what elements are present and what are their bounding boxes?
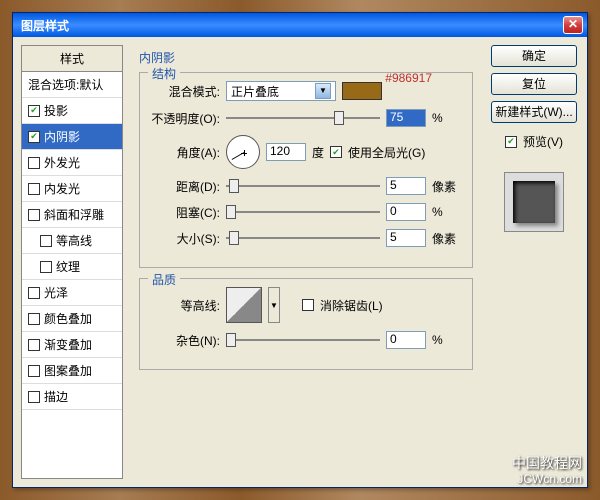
action-panel: 确定 复位 新建样式(W)... ✔ 预览(V) [489,45,579,479]
chevron-down-icon: ▼ [315,83,331,99]
noise-input[interactable]: 0 [386,331,426,349]
preview-swatch [513,181,555,223]
close-button[interactable]: ✕ [563,16,583,34]
ok-button[interactable]: 确定 [491,45,577,67]
style-checkbox[interactable] [28,365,40,377]
style-item-4[interactable]: 斜面和浮雕 [22,202,122,228]
style-checkbox[interactable] [28,183,40,195]
opacity-slider[interactable] [226,110,380,126]
blend-mode-label: 混合模式: [150,83,220,100]
structure-fieldset: 结构 #986917 混合模式: 正片叠底 ▼ 不透明度(O): 75 % [139,72,473,268]
style-checkbox[interactable] [28,157,40,169]
contour-picker[interactable] [226,287,262,323]
style-item-0[interactable]: ✔ 投影 [22,98,122,124]
settings-panel: 内阴影 结构 #986917 混合模式: 正片叠底 ▼ 不透明度(O): 75 … [131,45,481,479]
distance-label: 距离(D): [150,178,220,195]
styles-list-panel: 样式 混合选项:默认 ✔ 投影 ✔ 内阴影外发光内发光斜面和浮雕等高线纹理光泽颜色叠加… [21,45,123,479]
size-slider[interactable] [226,230,380,246]
style-item-1[interactable]: ✔ 内阴影 [22,124,122,150]
choke-input[interactable]: 0 [386,203,426,221]
angle-input[interactable]: 120 [266,143,306,161]
choke-label: 阻塞(C): [150,204,220,221]
quality-legend: 品质 [148,271,180,288]
titlebar: 图层样式 ✕ [13,13,587,37]
blend-mode-select[interactable]: 正片叠底 ▼ [226,81,336,101]
preview-checkbox[interactable]: ✔ [505,136,517,148]
dialog-body: 样式 混合选项:默认 ✔ 投影 ✔ 内阴影外发光内发光斜面和浮雕等高线纹理光泽颜色叠加… [13,37,587,487]
style-item-label: 投影 [44,102,68,119]
choke-slider[interactable] [226,204,380,220]
style-item-label: 内阴影 [44,128,80,145]
watermark: 中国教程网 JCWcn.com [512,455,582,486]
style-item-6[interactable]: 纹理 [22,254,122,280]
preview-box [504,172,564,232]
blending-options-default[interactable]: 混合选项:默认 [22,72,122,98]
style-item-label: 渐变叠加 [44,336,92,353]
angle-label: 角度(A): [150,144,220,161]
style-item-9[interactable]: 渐变叠加 [22,332,122,358]
angle-dial[interactable] [226,135,260,169]
style-item-11[interactable]: 描边 [22,384,122,410]
style-item-5[interactable]: 等高线 [22,228,122,254]
style-checkbox[interactable] [28,287,40,299]
antialias-checkbox[interactable] [302,299,314,311]
style-checkbox[interactable] [40,235,52,247]
layer-style-dialog: 图层样式 ✕ 样式 混合选项:默认 ✔ 投影 ✔ 内阴影外发光内发光斜面和浮雕等高线纹… [12,12,588,488]
distance-slider[interactable] [226,178,380,194]
contour-dropdown-icon[interactable]: ▼ [268,287,280,323]
hex-annotation: #986917 [385,71,432,85]
global-light-label: 使用全局光(G) [348,144,425,161]
global-light-checkbox[interactable]: ✔ [330,146,342,158]
style-item-label: 图案叠加 [44,362,92,379]
style-checkbox[interactable]: ✔ [28,131,40,143]
noise-slider[interactable] [226,332,380,348]
style-item-7[interactable]: 光泽 [22,280,122,306]
structure-legend: 结构 [148,65,180,82]
new-style-button[interactable]: 新建样式(W)... [491,101,577,123]
size-input[interactable]: 5 [386,229,426,247]
style-item-label: 内发光 [44,180,80,197]
style-item-10[interactable]: 图案叠加 [22,358,122,384]
styles-list-header: 样式 [22,46,122,72]
style-checkbox[interactable] [28,339,40,351]
quality-fieldset: 品质 等高线: ▼ 消除锯齿(L) 杂色(N): 0 % [139,278,473,370]
style-checkbox[interactable] [28,209,40,221]
style-checkbox[interactable] [40,261,52,273]
dialog-title: 图层样式 [17,17,563,34]
distance-input[interactable]: 5 [386,177,426,195]
antialias-label: 消除锯齿(L) [320,297,383,314]
cancel-button[interactable]: 复位 [491,73,577,95]
style-item-label: 光泽 [44,284,68,301]
noise-label: 杂色(N): [150,332,220,349]
style-item-label: 颜色叠加 [44,310,92,327]
style-item-8[interactable]: 颜色叠加 [22,306,122,332]
style-checkbox[interactable] [28,313,40,325]
contour-label: 等高线: [150,297,220,314]
opacity-input[interactable]: 75 [386,109,426,127]
style-item-label: 斜面和浮雕 [44,206,104,223]
shadow-color-swatch[interactable] [342,82,382,100]
size-label: 大小(S): [150,230,220,247]
style-checkbox[interactable] [28,391,40,403]
panel-title: 内阴影 [139,49,473,66]
style-item-3[interactable]: 内发光 [22,176,122,202]
style-item-label: 纹理 [56,258,80,275]
opacity-label: 不透明度(O): [150,110,220,127]
style-checkbox[interactable]: ✔ [28,105,40,117]
preview-label: 预览(V) [523,133,563,150]
style-item-label: 外发光 [44,154,80,171]
style-item-label: 等高线 [56,232,92,249]
style-item-label: 描边 [44,388,68,405]
style-item-2[interactable]: 外发光 [22,150,122,176]
